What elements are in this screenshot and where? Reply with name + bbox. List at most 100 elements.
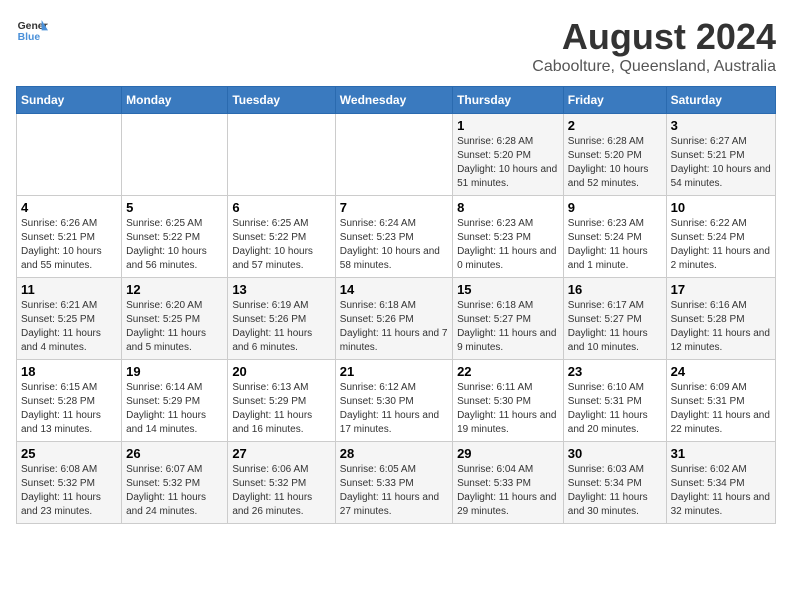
week-row-2: 4 Sunrise: 6:26 AM Sunset: 5:21 PM Daylig…: [17, 196, 776, 278]
calendar-cell: 14 Sunrise: 6:18 AM Sunset: 5:26 PM Dayli…: [335, 278, 452, 360]
day-info: Sunrise: 6:20 AM Sunset: 5:25 PM Dayligh…: [126, 299, 223, 355]
week-row-4: 18 Sunrise: 6:15 AM Sunset: 5:28 PM Dayli…: [17, 360, 776, 442]
calendar-cell: 4 Sunrise: 6:26 AM Sunset: 5:21 PM Daylig…: [17, 196, 122, 278]
day-info: Sunrise: 6:21 AM Sunset: 5:25 PM Dayligh…: [21, 299, 117, 355]
day-number: 25: [21, 446, 117, 461]
day-info: Sunrise: 6:07 AM Sunset: 5:32 PM Dayligh…: [126, 463, 223, 519]
day-number: 12: [126, 282, 223, 297]
day-number: 10: [671, 200, 771, 215]
day-info: Sunrise: 6:28 AM Sunset: 5:20 PM Dayligh…: [568, 135, 662, 191]
day-number: 19: [126, 364, 223, 379]
day-number: 20: [232, 364, 330, 379]
day-info: Sunrise: 6:26 AM Sunset: 5:21 PM Dayligh…: [21, 217, 117, 273]
calendar-cell: 16Sunrise: 6:17 AM Sunset: 5:27 PM Dayli…: [563, 278, 666, 360]
calendar-cell: 28 Sunrise: 6:05 AM Sunset: 5:33 PM Dayli…: [335, 442, 452, 524]
logo-icon: General Blue: [16, 16, 48, 44]
day-number: 18: [21, 364, 117, 379]
calendar-body: 1 Sunrise: 6:28 AM Sunset: 5:20 PM Daylig…: [17, 114, 776, 524]
day-number: 29: [457, 446, 559, 461]
day-info: Sunrise: 6:10 AM Sunset: 5:31 PM Dayligh…: [568, 381, 662, 437]
calendar-cell: 19 Sunrise: 6:14 AM Sunset: 5:29 PM Dayli…: [122, 360, 228, 442]
day-info: Sunrise: 6:28 AM Sunset: 5:20 PM Dayligh…: [457, 135, 559, 191]
day-info: Sunrise: 6:23 AM Sunset: 5:23 PM Dayligh…: [457, 217, 559, 273]
day-info: Sunrise: 6:24 AM Sunset: 5:23 PM Dayligh…: [340, 217, 448, 273]
calendar-cell: 20 Sunrise: 6:13 AM Sunset: 5:29 PM Dayli…: [228, 360, 335, 442]
day-number: 17: [671, 282, 771, 297]
day-number: 6: [232, 200, 330, 215]
calendar-cell: 1 Sunrise: 6:28 AM Sunset: 5:20 PM Daylig…: [453, 114, 564, 196]
day-info: Sunrise: 6:13 AM Sunset: 5:29 PM Dayligh…: [232, 381, 330, 437]
calendar-cell: 10 Sunrise: 6:22 AM Sunset: 5:24 PM Dayli…: [666, 196, 775, 278]
calendar-cell: 17 Sunrise: 6:16 AM Sunset: 5:28 PM Dayli…: [666, 278, 775, 360]
header-cell-wednesday: Wednesday: [335, 87, 452, 114]
day-info: Sunrise: 6:12 AM Sunset: 5:30 PM Dayligh…: [340, 381, 448, 437]
day-info: Sunrise: 6:27 AM Sunset: 5:21 PM Dayligh…: [671, 135, 771, 191]
day-info: Sunrise: 6:14 AM Sunset: 5:29 PM Dayligh…: [126, 381, 223, 437]
day-info: Sunrise: 6:09 AM Sunset: 5:31 PM Dayligh…: [671, 381, 771, 437]
calendar-cell: 11Sunrise: 6:21 AM Sunset: 5:25 PM Dayli…: [17, 278, 122, 360]
header-cell-friday: Friday: [563, 87, 666, 114]
header-cell-tuesday: Tuesday: [228, 87, 335, 114]
day-info: Sunrise: 6:08 AM Sunset: 5:32 PM Dayligh…: [21, 463, 117, 519]
day-info: Sunrise: 6:23 AM Sunset: 5:24 PM Dayligh…: [568, 217, 662, 273]
day-number: 7: [340, 200, 448, 215]
calendar-cell: 3 Sunrise: 6:27 AM Sunset: 5:21 PM Daylig…: [666, 114, 775, 196]
page-title: August 2024: [532, 16, 776, 58]
day-info: Sunrise: 6:19 AM Sunset: 5:26 PM Dayligh…: [232, 299, 330, 355]
calendar-cell: 18 Sunrise: 6:15 AM Sunset: 5:28 PM Dayli…: [17, 360, 122, 442]
header-cell-thursday: Thursday: [453, 87, 564, 114]
calendar-cell: 7 Sunrise: 6:24 AM Sunset: 5:23 PM Daylig…: [335, 196, 452, 278]
day-info: Sunrise: 6:18 AM Sunset: 5:26 PM Dayligh…: [340, 299, 448, 355]
day-info: Sunrise: 6:03 AM Sunset: 5:34 PM Dayligh…: [568, 463, 662, 519]
calendar-cell: 12 Sunrise: 6:20 AM Sunset: 5:25 PM Dayli…: [122, 278, 228, 360]
day-info: Sunrise: 6:02 AM Sunset: 5:34 PM Dayligh…: [671, 463, 771, 519]
week-row-5: 25 Sunrise: 6:08 AM Sunset: 5:32 PM Dayli…: [17, 442, 776, 524]
day-number: 4: [21, 200, 117, 215]
day-number: 3: [671, 118, 771, 133]
day-info: Sunrise: 6:18 AM Sunset: 5:27 PM Dayligh…: [457, 299, 559, 355]
calendar-cell: 22 Sunrise: 6:11 AM Sunset: 5:30 PM Dayli…: [453, 360, 564, 442]
header-cell-sunday: Sunday: [17, 87, 122, 114]
calendar-cell: 26 Sunrise: 6:07 AM Sunset: 5:32 PM Dayli…: [122, 442, 228, 524]
calendar-cell: 5Sunrise: 6:25 AM Sunset: 5:22 PM Daylig…: [122, 196, 228, 278]
day-number: 14: [340, 282, 448, 297]
day-info: Sunrise: 6:05 AM Sunset: 5:33 PM Dayligh…: [340, 463, 448, 519]
day-info: Sunrise: 6:22 AM Sunset: 5:24 PM Dayligh…: [671, 217, 771, 273]
day-number: 27: [232, 446, 330, 461]
day-number: 13: [232, 282, 330, 297]
calendar-cell: [228, 114, 335, 196]
page-header: General Blue August 2024 Caboolture, Que…: [16, 16, 776, 76]
calendar-cell: 31 Sunrise: 6:02 AM Sunset: 5:34 PM Dayli…: [666, 442, 775, 524]
day-number: 2: [568, 118, 662, 133]
day-info: Sunrise: 6:17 AM Sunset: 5:27 PM Dayligh…: [568, 299, 662, 355]
day-info: Sunrise: 6:11 AM Sunset: 5:30 PM Dayligh…: [457, 381, 559, 437]
day-number: 15: [457, 282, 559, 297]
day-number: 30: [568, 446, 662, 461]
day-info: Sunrise: 6:04 AM Sunset: 5:33 PM Dayligh…: [457, 463, 559, 519]
day-info: Sunrise: 6:16 AM Sunset: 5:28 PM Dayligh…: [671, 299, 771, 355]
title-area: August 2024 Caboolture, Queensland, Aust…: [532, 16, 776, 76]
header-cell-saturday: Saturday: [666, 87, 775, 114]
calendar-cell: 23 Sunrise: 6:10 AM Sunset: 5:31 PM Dayli…: [563, 360, 666, 442]
week-row-3: 11Sunrise: 6:21 AM Sunset: 5:25 PM Dayli…: [17, 278, 776, 360]
calendar-cell: 13 Sunrise: 6:19 AM Sunset: 5:26 PM Dayli…: [228, 278, 335, 360]
day-number: 8: [457, 200, 559, 215]
calendar-cell: [335, 114, 452, 196]
calendar-cell: 27 Sunrise: 6:06 AM Sunset: 5:32 PM Dayli…: [228, 442, 335, 524]
day-info: Sunrise: 6:15 AM Sunset: 5:28 PM Dayligh…: [21, 381, 117, 437]
day-number: 26: [126, 446, 223, 461]
calendar-cell: [17, 114, 122, 196]
page-subtitle: Caboolture, Queensland, Australia: [532, 58, 776, 76]
calendar-table: SundayMondayTuesdayWednesdayThursdayFrid…: [16, 86, 776, 524]
day-info: Sunrise: 6:25 AM Sunset: 5:22 PM Dayligh…: [126, 217, 223, 273]
day-number: 1: [457, 118, 559, 133]
day-info: Sunrise: 6:25 AM Sunset: 5:22 PM Dayligh…: [232, 217, 330, 273]
day-number: 22: [457, 364, 559, 379]
calendar-cell: 25 Sunrise: 6:08 AM Sunset: 5:32 PM Dayli…: [17, 442, 122, 524]
day-info: Sunrise: 6:06 AM Sunset: 5:32 PM Dayligh…: [232, 463, 330, 519]
day-number: 28: [340, 446, 448, 461]
day-number: 31: [671, 446, 771, 461]
calendar-cell: 21Sunrise: 6:12 AM Sunset: 5:30 PM Dayli…: [335, 360, 452, 442]
day-number: 23: [568, 364, 662, 379]
header-row: SundayMondayTuesdayWednesdayThursdayFrid…: [17, 87, 776, 114]
